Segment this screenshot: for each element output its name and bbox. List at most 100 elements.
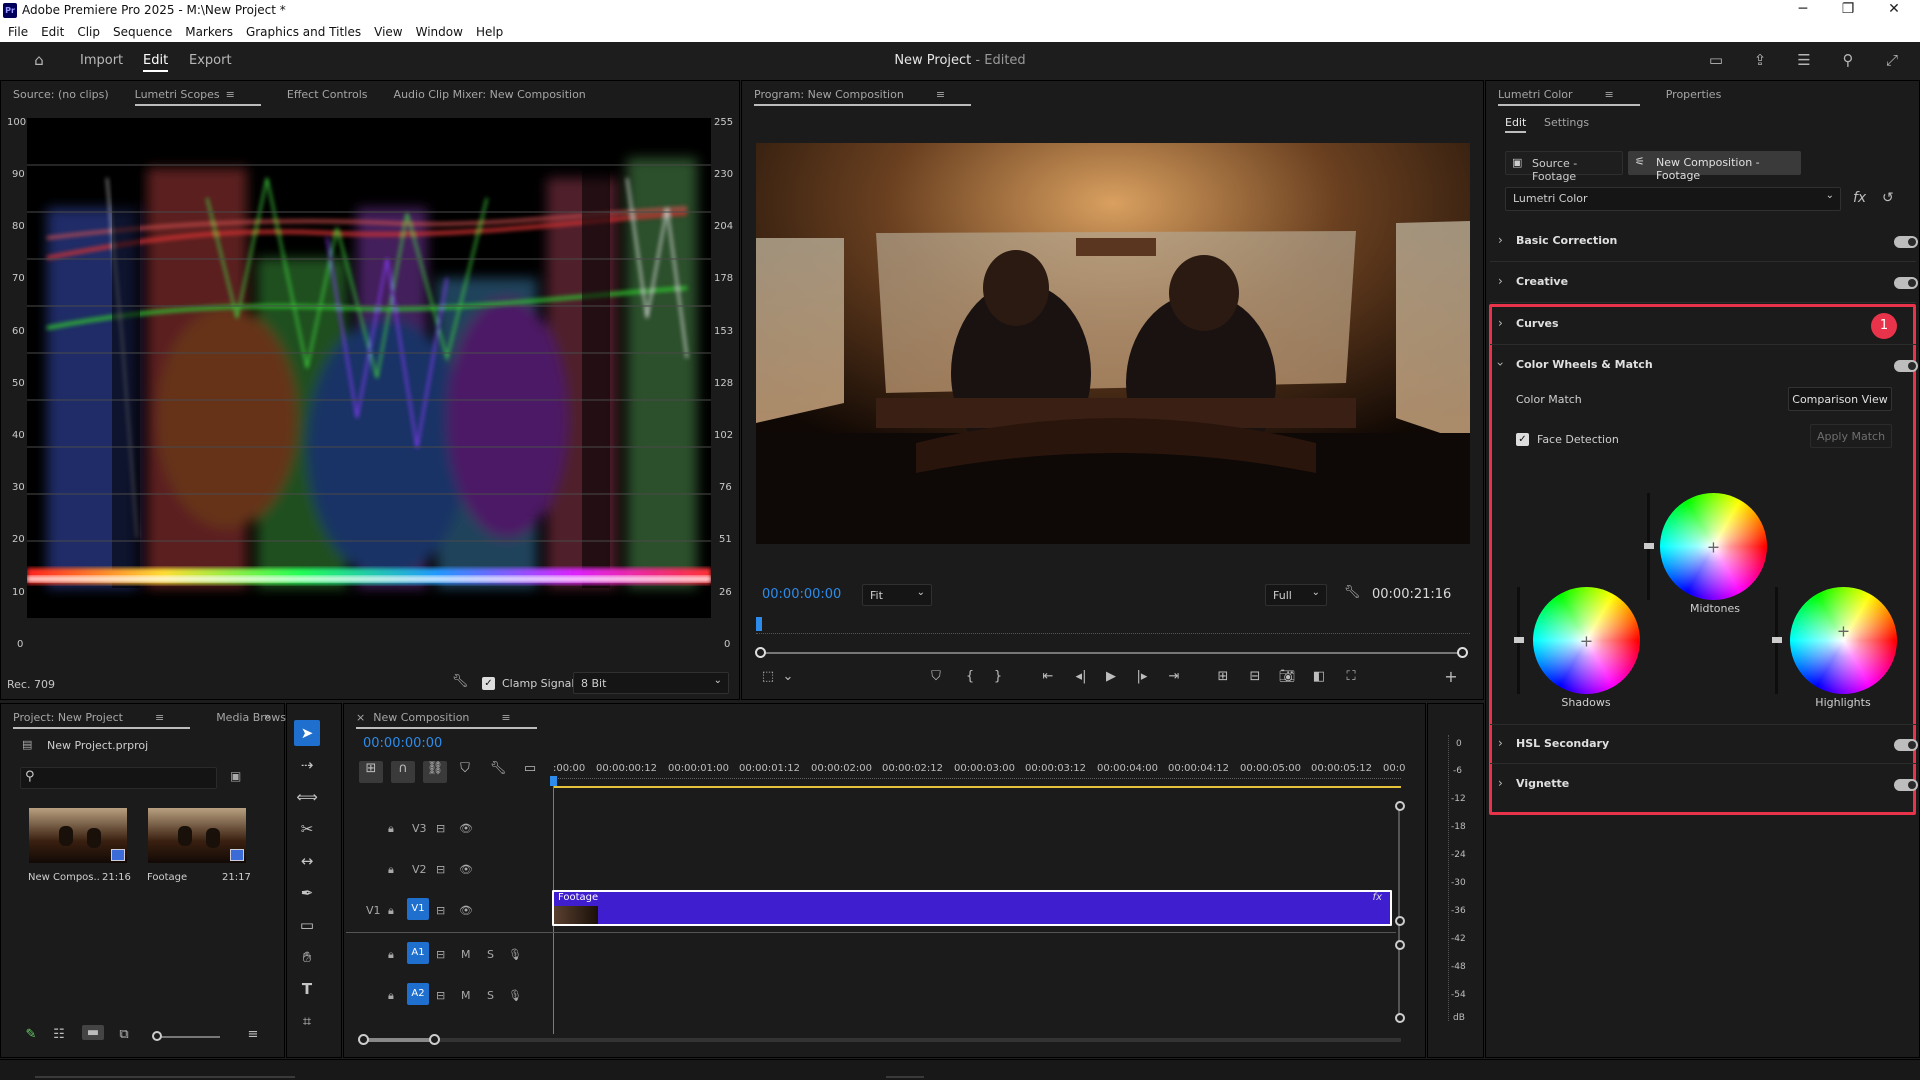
add-button-icon[interactable]: + (1440, 667, 1462, 686)
mark-in-icon[interactable]: { (960, 669, 980, 684)
timeline-current-time[interactable]: 00:00:00:00 (363, 736, 442, 751)
eye-icon[interactable]: 👁︎ (459, 863, 473, 876)
v-scroll-handle[interactable] (1395, 916, 1405, 926)
horizontal-scrollbar[interactable] (363, 1038, 1401, 1042)
apply-match-button[interactable]: Apply Match (1810, 424, 1892, 448)
vertical-zoom-bar[interactable] (1398, 807, 1400, 1019)
mark-out-icon[interactable]: } (988, 669, 1008, 684)
mute-button[interactable]: M (461, 989, 471, 1002)
sequence-clip-chip[interactable]: ⚟ New Composition - Footage (1628, 151, 1801, 182)
add-marker-icon[interactable]: ⛉ (455, 761, 475, 776)
sync-lock-icon[interactable]: ⊟ (436, 863, 445, 876)
color-wheels-toggle[interactable] (1894, 360, 1918, 372)
section-curves[interactable]: › Curves 1 (1490, 305, 1916, 345)
midtones-wheel[interactable]: + (1660, 493, 1767, 600)
share-icon[interactable]: ⇪ (1750, 51, 1770, 71)
program-current-time[interactable]: 00:00:00:00 (762, 587, 841, 602)
generative-extend-tool-icon[interactable]: ⌗ (294, 1008, 320, 1034)
work-area-bar[interactable] (553, 786, 1401, 788)
settings-wrench-icon[interactable]: 🔧︎ (450, 674, 470, 689)
shadows-slider[interactable] (1514, 587, 1524, 694)
h-scroll-thumb[interactable] (363, 1038, 435, 1042)
type-tool-icon[interactable]: T (294, 976, 320, 1002)
wrench-icon[interactable]: 🔧︎ (1342, 585, 1362, 600)
v-scroll-handle[interactable] (1395, 801, 1405, 811)
clamp-signal-checkbox[interactable]: ✓ (482, 677, 495, 690)
tab-source[interactable]: Source: (no clips) (13, 88, 109, 101)
lock-icon[interactable]: 🔒︎ (388, 989, 394, 1003)
creative-toggle[interactable] (1894, 277, 1918, 289)
midtones-slider[interactable] (1644, 493, 1654, 600)
pen-tool-icon[interactable]: ✒ (294, 880, 320, 906)
thumbnail-footage[interactable] (148, 808, 246, 863)
close-tab-icon[interactable]: × (356, 711, 365, 724)
menu-file[interactable]: File (8, 25, 28, 39)
menu-edit[interactable]: Edit (41, 25, 64, 39)
nest-sequence-icon[interactable]: ⊞ (359, 761, 383, 783)
list-view-icon[interactable]: ☷ (50, 1027, 68, 1042)
comparison-view-icon[interactable]: ◧ (1308, 669, 1330, 684)
freeform-view-icon[interactable]: ⧉ (114, 1027, 134, 1042)
thumbnail-size-slider[interactable] (156, 1036, 220, 1038)
slip-tool-icon[interactable]: ↔ (294, 848, 320, 874)
sync-lock-icon[interactable]: ⊟ (436, 904, 445, 917)
lock-icon[interactable]: 🔒︎ (388, 948, 394, 962)
minimize-icon[interactable]: ─ (1788, 1, 1818, 17)
lift-icon[interactable]: ⊞ (1212, 669, 1234, 684)
subtab-edit[interactable]: Edit (1505, 116, 1527, 133)
new-bin-icon[interactable]: ▣ (230, 769, 241, 783)
home-icon[interactable]: ⌂ (29, 51, 49, 71)
hsl-secondary-toggle[interactable] (1894, 739, 1918, 751)
zoom-handle-right[interactable] (1457, 647, 1468, 658)
play-icon[interactable]: ▶ (1100, 669, 1122, 684)
basic-correction-toggle[interactable] (1894, 236, 1918, 248)
search-help-icon[interactable]: ⚲ (1838, 51, 1858, 71)
slider-thumb[interactable] (1772, 637, 1782, 643)
comparison-view-button[interactable]: Comparison View (1788, 387, 1892, 411)
eye-icon[interactable]: 👁︎ (459, 822, 473, 835)
menu-sequence[interactable]: Sequence (113, 25, 172, 39)
tab-program[interactable]: Program: New Composition ≡ (754, 88, 972, 106)
menu-view[interactable]: View (374, 25, 402, 39)
tab-import[interactable]: Import (80, 53, 123, 68)
face-detection-checkbox[interactable]: ✓ (1516, 433, 1529, 446)
panel-menu-icon[interactable]: ≡ (226, 88, 235, 101)
close-icon[interactable]: ✕ (1879, 1, 1909, 17)
sync-lock-icon[interactable]: ⊟ (436, 948, 445, 961)
slider-thumb[interactable] (1644, 543, 1654, 549)
section-color-wheels-match[interactable]: › Color Wheels & Match (1490, 346, 1918, 386)
tab-lumetri-color[interactable]: Lumetri Color ≡ (1498, 88, 1640, 106)
step-forward-icon[interactable]: |▸ (1131, 669, 1153, 684)
project-search-input[interactable]: ⚲ (20, 767, 217, 789)
microphone-icon[interactable]: 🎙︎ (508, 989, 522, 1002)
snap-icon[interactable]: ∩ (391, 761, 415, 783)
source-clip-chip[interactable]: ▣ Source - Footage (1505, 151, 1623, 183)
add-marker-icon[interactable]: ⛉ (926, 669, 946, 684)
track-target-v1[interactable]: V1 (407, 898, 429, 920)
microphone-icon[interactable]: 🎙︎ (508, 948, 522, 961)
lock-icon[interactable]: 🔒︎ (388, 863, 394, 877)
fx-icon[interactable]: fx (1853, 190, 1866, 206)
highlights-slider[interactable] (1772, 587, 1782, 694)
multi-camera-icon[interactable]: ⛶ (1340, 669, 1362, 684)
shadows-wheel[interactable]: + (1533, 587, 1640, 694)
fit-zoom-select[interactable]: Fit ⌄ (862, 584, 932, 606)
program-mini-ruler[interactable] (756, 614, 1470, 634)
playback-resolution-select[interactable]: Full ⌄ (1265, 584, 1327, 606)
h-scroll-handle-right[interactable] (429, 1034, 440, 1045)
section-basic-correction[interactable]: › Basic Correction (1490, 222, 1918, 262)
thumbnail-size-handle[interactable] (152, 1031, 162, 1041)
workspaces-icon[interactable]: ▭ (1706, 51, 1726, 71)
a-scroll-handle[interactable] (1395, 940, 1405, 950)
timeline-settings-icon[interactable]: 🔧︎ (488, 761, 508, 776)
tab-export[interactable]: Export (189, 53, 232, 68)
vignette-toggle[interactable] (1894, 779, 1918, 791)
tab-effect-controls[interactable]: Effect Controls (287, 88, 368, 101)
source-patch-v1[interactable]: V1 (366, 904, 381, 917)
go-to-in-icon[interactable]: ⇤ (1037, 669, 1059, 684)
tab-audio-clip-mixer[interactable]: Audio Clip Mixer: New Composition (394, 88, 586, 101)
hand-tool-icon[interactable]: ✋︎ (294, 944, 320, 970)
h-scroll-handle-left[interactable] (358, 1034, 369, 1045)
export-frame-icon[interactable]: 📷︎ (1276, 669, 1298, 684)
footage-clip[interactable]: Footage fx (552, 890, 1392, 926)
